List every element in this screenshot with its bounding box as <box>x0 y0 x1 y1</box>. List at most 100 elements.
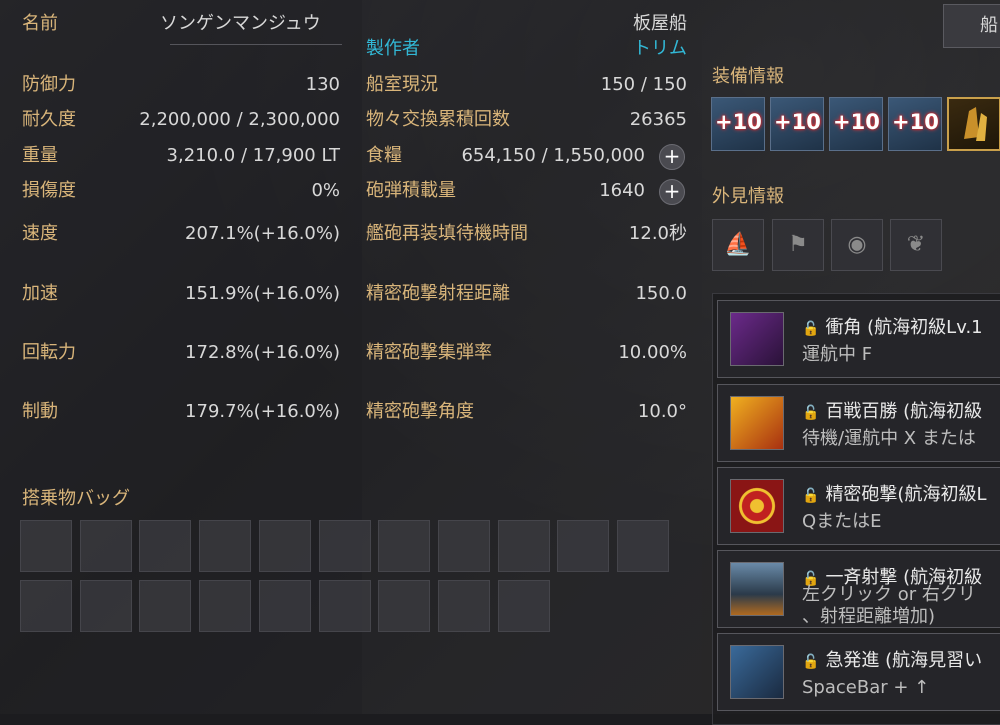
cannon-icon: ◉ <box>847 232 867 257</box>
ornament-icon: ❦ <box>906 232 926 257</box>
cargo-slot[interactable] <box>20 580 72 632</box>
enhance-level: +10 <box>715 110 762 134</box>
maker-label: 製作者 <box>366 38 420 59</box>
stat-value-damage: 0% <box>311 180 340 201</box>
stat-label-turning: 回転力 <box>22 342 76 363</box>
cargo-slot[interactable] <box>318 520 371 572</box>
stat-value-reload-time: 12.0秒 <box>628 223 687 244</box>
stat-label-speed: 速度 <box>22 223 58 244</box>
stat-label-precision-accuracy: 精密砲撃集弾率 <box>366 342 492 363</box>
enhance-level: +10 <box>892 110 939 134</box>
appearance-slot-ornament[interactable]: ❦ <box>890 219 942 271</box>
stat-label-durability: 耐久度 <box>22 109 76 130</box>
sail-icon: ⚑ <box>788 232 808 257</box>
ram-skill-icon <box>730 312 784 366</box>
ship-tab-button[interactable]: 船 <box>943 4 1000 48</box>
enhance-level: +10 <box>774 110 821 134</box>
stat-label-barter-count: 物々交換累積回数 <box>366 109 510 130</box>
cargo-slot[interactable] <box>139 520 192 572</box>
cargo-slot[interactable] <box>617 520 669 572</box>
maker-value: トリム <box>633 38 687 59</box>
stat-value-speed: 207.1%(+16.0%) <box>185 223 340 244</box>
stat-value-durability: 2,200,000 / 2,300,000 <box>139 109 340 130</box>
stat-value-acceleration: 151.9%(+16.0%) <box>185 283 340 304</box>
skill-name: 百戦百勝 (航海初級 <box>825 401 983 422</box>
stat-value-cannonballs: 1640 <box>599 180 645 201</box>
crystal-icon <box>964 107 987 141</box>
lock-icon: 🔓 <box>802 654 820 670</box>
stat-value-brake: 179.7%(+16.0%) <box>185 401 340 422</box>
ship-type: 板屋船 <box>633 13 687 34</box>
divider <box>170 44 342 45</box>
skill-name: 急発進 (航海見習い <box>825 650 983 671</box>
quick-start-skill-icon <box>730 645 784 699</box>
equipment-slot-crystal[interactable] <box>947 97 1000 151</box>
cargo-slot[interactable] <box>79 520 132 572</box>
add-rations-button[interactable]: + <box>659 144 685 170</box>
skill-item-precision-shot[interactable]: 🔓 精密砲撃(航海初級L QまたはE <box>717 467 1000 545</box>
skill-item-victory[interactable]: 🔓 百戦百勝 (航海初級 待機/運航中 X または <box>717 384 1000 462</box>
stat-value-defense: 130 <box>305 74 340 95</box>
skill-keybind: 運航中 F <box>802 344 873 365</box>
skill-item-quick-start[interactable]: 🔓 急発進 (航海見習い SpaceBar + ↑ <box>717 633 1000 711</box>
stat-label-defense: 防御力 <box>22 74 76 95</box>
stat-value-cabin: 150 / 150 <box>600 74 687 95</box>
lock-icon: 🔓 <box>802 488 820 504</box>
cargo-slot[interactable] <box>497 580 550 632</box>
stat-label-acceleration: 加速 <box>22 283 58 304</box>
stat-label-weight: 重量 <box>22 145 58 166</box>
stat-label-reload-time: 艦砲再装填待機時間 <box>366 223 528 244</box>
lock-icon: 🔓 <box>802 405 820 421</box>
cargo-slot[interactable] <box>79 580 132 632</box>
cargo-slot[interactable] <box>318 580 371 632</box>
cargo-slot[interactable] <box>139 580 192 632</box>
stat-label-precision-angle: 精密砲撃角度 <box>366 401 474 422</box>
cargo-slot[interactable] <box>378 580 431 632</box>
skill-name: 精密砲撃(航海初級L <box>825 484 987 505</box>
stat-value-precision-range: 150.0 <box>635 283 687 304</box>
stat-label-rations: 食糧 <box>366 145 402 166</box>
cargo-slot[interactable] <box>378 520 431 572</box>
stat-value-precision-angle: 10.0° <box>637 401 687 422</box>
equipment-slot[interactable]: +10 <box>711 97 765 151</box>
enhance-level: +10 <box>833 110 880 134</box>
cargo-slot[interactable] <box>497 520 550 572</box>
appearance-slot-cannon[interactable]: ◉ <box>831 219 883 271</box>
cargo-slot[interactable] <box>199 580 252 632</box>
skill-name: 衝角 (航海初級Lv.1 <box>825 317 983 338</box>
cargo-slot[interactable] <box>199 520 252 572</box>
appearance-slot-sail[interactable]: ⚑ <box>772 219 824 271</box>
skill-item-ram[interactable]: 🔓 衝角 (航海初級Lv.1 運航中 F <box>717 300 1000 378</box>
stat-value-rations: 654,150 / 1,550,000 <box>461 145 645 166</box>
stat-label-damage: 損傷度 <box>22 180 76 201</box>
equipment-slot[interactable]: +10 <box>888 97 942 151</box>
stat-value-weight: 3,210.0 / 17,900 LT <box>166 145 340 166</box>
cargo-slot[interactable] <box>258 520 311 572</box>
victory-skill-icon <box>730 396 784 450</box>
stat-value-turning: 172.8%(+16.0%) <box>185 342 340 363</box>
appearance-slot-hull[interactable]: ⛵ <box>712 219 764 271</box>
add-cannonballs-button[interactable]: + <box>659 179 685 205</box>
broadside-skill-icon <box>730 562 784 616</box>
appearance-title: 外見情報 <box>712 186 784 207</box>
cargo-slot[interactable] <box>557 520 610 572</box>
hull-icon: ⛵ <box>724 232 752 257</box>
stat-value-barter-count: 26365 <box>629 109 687 130</box>
target-icon <box>730 479 784 533</box>
name-label: 名前 <box>22 13 58 34</box>
skill-keybind: QまたはE <box>802 511 882 532</box>
equipment-title: 装備情報 <box>712 66 784 87</box>
cargo-slot[interactable] <box>437 580 490 632</box>
stat-label-brake: 制動 <box>22 401 58 422</box>
cargo-slot[interactable] <box>20 520 72 572</box>
stat-label-cabin: 船室現況 <box>366 74 438 95</box>
cargo-slot[interactable] <box>258 580 311 632</box>
skill-item-broadside[interactable]: 🔓 一斉射撃 (航海初級 左クリック or 右クリ 、射程距離増加) <box>717 550 1000 628</box>
equipment-slot[interactable]: +10 <box>829 97 883 151</box>
equipment-slot[interactable]: +10 <box>770 97 824 151</box>
skill-keybind: 左クリック or 右クリ <box>802 584 976 605</box>
stat-label-precision-range: 精密砲撃射程距離 <box>366 283 510 304</box>
skill-keybind-detail: 、射程距離増加) <box>802 606 936 627</box>
ship-name: ソンゲンマンジュウ <box>160 13 321 34</box>
cargo-slot[interactable] <box>437 520 490 572</box>
